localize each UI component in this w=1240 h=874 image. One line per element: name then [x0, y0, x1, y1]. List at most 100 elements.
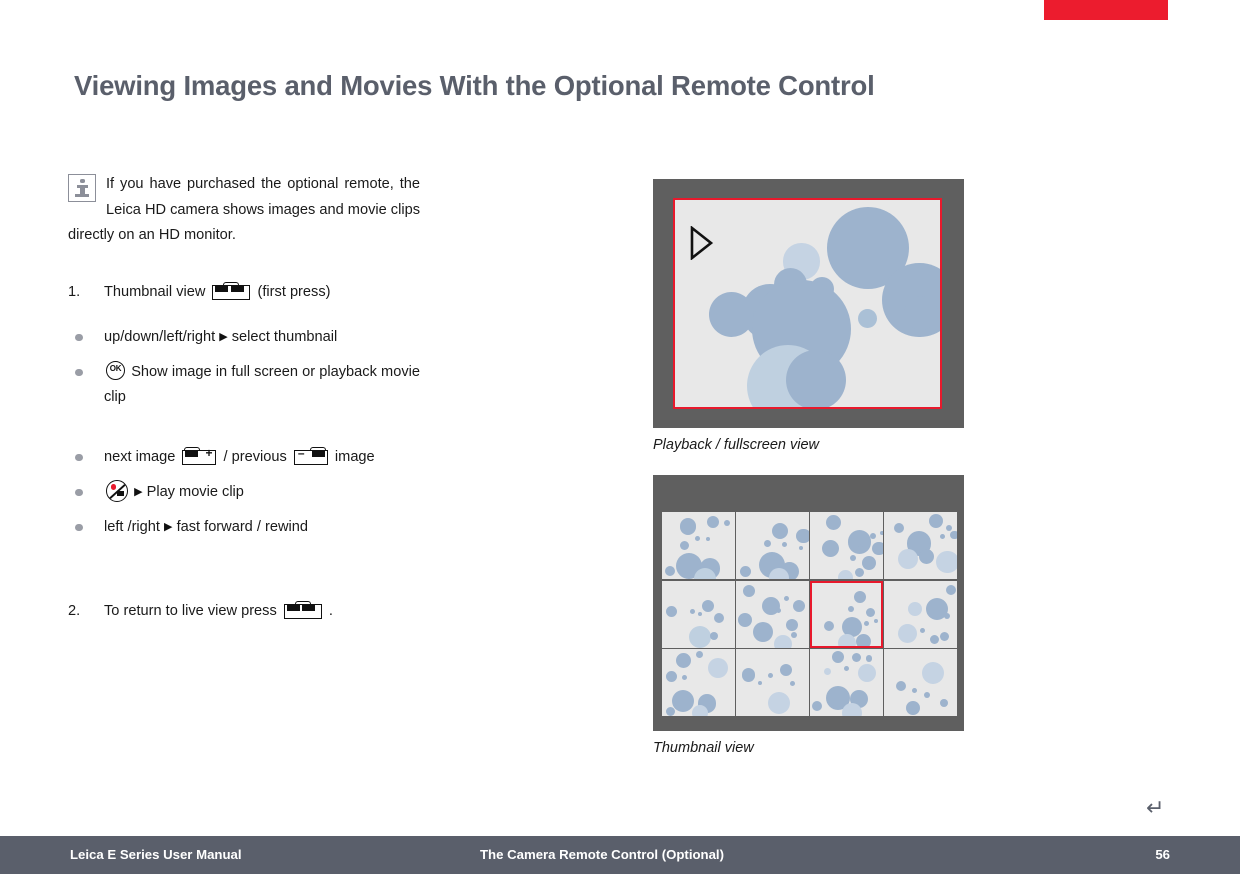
decorative-circle — [936, 550, 957, 574]
decorative-circle — [906, 700, 921, 715]
thumbnail-cell[interactable] — [662, 512, 735, 579]
decorative-circle — [812, 700, 823, 711]
decorative-circle — [824, 668, 832, 676]
thumbnail-cell[interactable] — [736, 580, 809, 648]
decorative-circle — [774, 634, 793, 648]
decorative-circle — [791, 632, 798, 639]
right-triangle-icon: ▶ — [134, 485, 143, 498]
info-note-text: If you have purchased the optional remot… — [68, 176, 420, 243]
decorative-circle — [838, 570, 854, 579]
decorative-circle — [708, 657, 729, 678]
decorative-circle — [785, 349, 847, 407]
decorative-circle — [858, 308, 878, 328]
bullet-dot-icon — [75, 453, 83, 461]
decorative-circle — [848, 606, 855, 613]
decorative-circle — [724, 519, 731, 526]
thumbnail-cell-selected[interactable] — [810, 580, 883, 648]
decorative-circle — [946, 584, 957, 595]
playback-caption: Playback / fullscreen view — [653, 437, 820, 453]
remote-control-bullet-list: up/down/left/right ▶ select thumbnail OK… — [68, 325, 420, 540]
left-text-column: If you have purchased the optional remot… — [68, 172, 420, 622]
decorative-circle — [772, 522, 789, 539]
step-2-text-before: To return to live view press — [104, 602, 277, 619]
thumbnail-view-button-icon — [283, 600, 322, 619]
step-2: 2. To return to live view press . — [68, 600, 420, 622]
step-2-number: 2. — [68, 602, 81, 619]
info-note-block: If you have purchased the optional remot… — [68, 172, 420, 249]
bullet-3-lead: next image — [104, 448, 176, 465]
decorative-circle — [908, 602, 923, 617]
movie-mode-button-icon — [106, 479, 128, 502]
bullet-4-tail: Play movie clip — [146, 483, 244, 500]
decorative-circle — [898, 623, 918, 643]
list-item-select-thumbnail: up/down/left/right ▶ select thumbnail — [68, 325, 420, 350]
playback-fullscreen-figure — [653, 179, 964, 428]
thumbnail-cell[interactable] — [810, 649, 883, 716]
info-icon — [68, 174, 96, 202]
decorative-circle — [919, 548, 935, 564]
bullet-1-lead: up/down/left/right — [104, 328, 216, 345]
decorative-circle — [782, 542, 788, 548]
decorative-circle — [855, 568, 865, 578]
decorative-circle — [682, 674, 688, 680]
decorative-circle — [870, 532, 877, 539]
thumbnail-cell[interactable] — [884, 580, 957, 648]
figure-column: Playback / fullscreen view Thumbnail vie… — [653, 179, 965, 778]
decorative-circle — [764, 540, 772, 548]
decorative-circle — [753, 621, 774, 642]
zoom-in-button-icon: + — [182, 446, 217, 465]
decorative-circle — [665, 566, 676, 577]
decorative-circle — [706, 536, 711, 541]
decorative-circle — [796, 529, 809, 544]
bullet-3-mid: / previous — [223, 448, 287, 465]
list-item-fast-forward-rewind: left /right ▶ fast forward / rewind — [68, 515, 420, 540]
thumbnail-cell[interactable] — [810, 512, 883, 579]
thumbnail-cell[interactable] — [736, 512, 809, 579]
decorative-circle — [714, 612, 725, 623]
thumbnail-cell[interactable] — [736, 649, 809, 716]
thumbnail-view-button-icon — [212, 281, 251, 300]
decorative-circle — [743, 584, 756, 597]
decorative-circle — [856, 634, 872, 646]
decorative-circle — [799, 545, 804, 550]
thumbnail-cell[interactable] — [884, 649, 957, 716]
decorative-circle — [786, 619, 799, 632]
decorative-circle — [944, 612, 951, 619]
thumbnail-caption: Thumbnail view — [653, 740, 754, 756]
decorative-circle — [708, 291, 755, 338]
step-1: 1. Thumbnail view (first press) — [68, 281, 420, 303]
decorative-circle — [832, 651, 845, 664]
decorative-circle — [929, 514, 944, 529]
decorative-circle — [872, 542, 883, 556]
thumbnail-cell[interactable] — [662, 649, 735, 716]
decorative-circle — [692, 705, 709, 716]
decorative-circle — [672, 690, 695, 713]
decorative-circle — [824, 621, 835, 632]
decorative-circle — [826, 515, 842, 531]
decorative-circle — [707, 516, 720, 529]
decorative-circle — [858, 664, 877, 683]
decorative-circle — [790, 681, 796, 687]
decorative-circle — [696, 651, 704, 659]
decorative-circle — [866, 655, 873, 662]
decorative-circle — [894, 522, 905, 533]
list-item-next-previous-image: next image + / previous – image — [68, 445, 420, 470]
decorative-circle — [689, 625, 712, 648]
decorative-circle — [912, 687, 918, 693]
decorative-circle — [742, 668, 756, 682]
thumbnail-cell[interactable] — [662, 580, 735, 648]
decorative-circle — [666, 606, 678, 618]
decorative-circle — [698, 611, 703, 616]
decorative-circle — [864, 621, 870, 627]
decorative-circle — [940, 632, 950, 642]
page-footer: Leica E Series User Manual The Camera Re… — [0, 836, 1240, 874]
thumbnail-cell[interactable] — [884, 512, 957, 579]
bullet-5-lead: left /right — [104, 518, 160, 535]
thumbnail-view-figure — [653, 475, 964, 731]
decorative-circle — [695, 535, 701, 541]
zoom-out-button-icon: – — [293, 446, 328, 465]
right-triangle-icon: ▶ — [164, 520, 173, 533]
decorative-circle — [702, 599, 715, 613]
decorative-circle — [920, 628, 926, 634]
bullet-1-tail: select thumbnail — [231, 328, 338, 345]
